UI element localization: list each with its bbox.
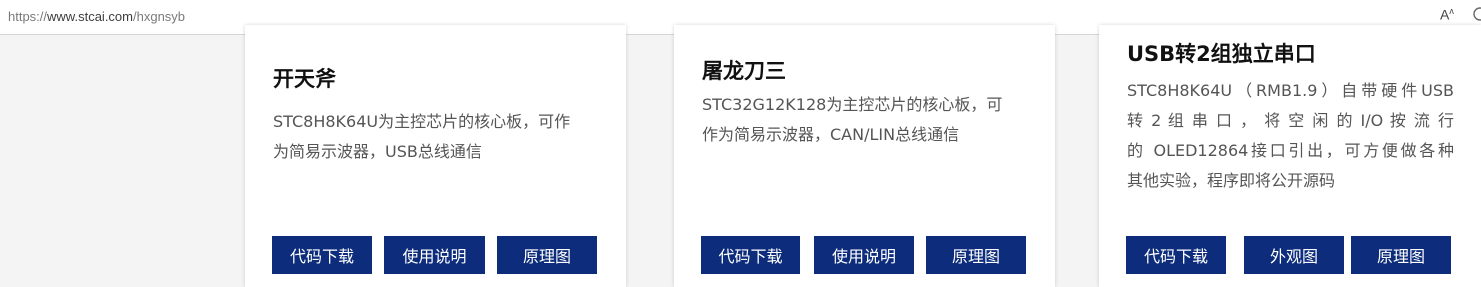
schematic-button[interactable]: 原理图 xyxy=(926,236,1026,274)
card-title: 开天斧 xyxy=(273,67,336,91)
instructions-button[interactable]: 使用说明 xyxy=(384,236,485,274)
card-description: STC8H8K64U（RMB1.9）自带硬件USB 转 2 组 串 口 ， 将 … xyxy=(1127,76,1454,196)
page-content: 开天斧 STC8H8K64U为主控芯片的核心板，可作 为简易示波器，USB总线通… xyxy=(0,25,1481,287)
product-card-usb-to-2-uart: USB转2组独立串口 STC8H8K64U（RMB1.9）自带硬件USB 转 2… xyxy=(1099,25,1481,287)
card-desc-line: 转 2 组 串 口 ， 将 空 闲 的 I/O 按 流 行 xyxy=(1127,111,1454,130)
favorites-icon[interactable] xyxy=(1472,6,1481,22)
card-desc-line: STC8H8K64U为主控芯片的核心板，可作 xyxy=(273,112,571,131)
card-description: STC8H8K64U为主控芯片的核心板，可作 为简易示波器，USB总线通信 xyxy=(273,107,608,167)
read-aloud-sup: ʌ xyxy=(1449,6,1454,16)
read-aloud-letter: A xyxy=(1440,6,1450,23)
download-code-button[interactable]: 代码下载 xyxy=(1126,236,1226,274)
appearance-button[interactable]: 外观图 xyxy=(1244,236,1344,274)
card-desc-line: STC32G12K128为主控芯片的核心板，可 xyxy=(702,95,1003,114)
card-desc-line: 的 OLED12864接口引出，可方便做各种 xyxy=(1127,141,1454,160)
card-desc-line: STC8H8K64U（RMB1.9）自带硬件USB xyxy=(1127,81,1454,100)
instructions-button[interactable]: 使用说明 xyxy=(814,236,914,274)
card-title: 屠龙刀三 xyxy=(702,59,786,83)
product-card-tulongdao3: 屠龙刀三 STC32G12K128为主控芯片的核心板，可 作为简易示波器，CAN… xyxy=(674,25,1055,287)
url-path: /hxgnsyb xyxy=(133,9,186,24)
download-code-button[interactable]: 代码下载 xyxy=(701,236,800,274)
url-host: www.stcai.com xyxy=(47,9,133,24)
url-field[interactable]: https://www.stcai.com/hxgnsyb xyxy=(8,9,185,24)
schematic-button[interactable]: 原理图 xyxy=(1351,236,1451,274)
card-desc-line: 其他实验，程序即将公开源码 xyxy=(1127,171,1336,190)
read-aloud-icon[interactable]: Aʌ xyxy=(1440,6,1454,23)
card-desc-line: 为简易示波器，USB总线通信 xyxy=(273,142,482,161)
card-desc-line: 作为简易示波器，CAN/LIN总线通信 xyxy=(702,125,960,144)
card-description: STC32G12K128为主控芯片的核心板，可 作为简易示波器，CAN/LIN总… xyxy=(702,90,1042,150)
card-title: USB转2组独立串口 xyxy=(1127,42,1316,66)
download-code-button[interactable]: 代码下载 xyxy=(272,236,372,274)
schematic-button[interactable]: 原理图 xyxy=(497,236,597,274)
url-scheme: https:// xyxy=(8,9,48,24)
product-card-kaitianfu: 开天斧 STC8H8K64U为主控芯片的核心板，可作 为简易示波器，USB总线通… xyxy=(245,25,626,287)
